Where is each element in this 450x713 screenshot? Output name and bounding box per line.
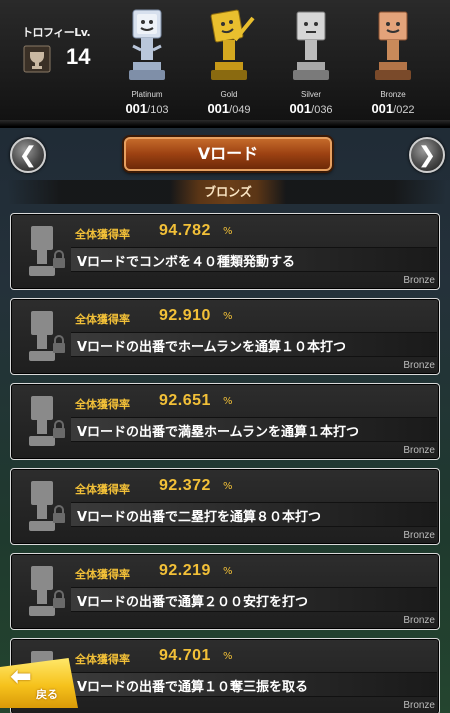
achievement-card[interactable]: 全体獲得率 92.910 % Vロードの出番でホームランを通算１０本打つ Bro… bbox=[10, 298, 440, 375]
rate-unit: % bbox=[223, 481, 233, 492]
tier-label: Bronze bbox=[403, 275, 435, 286]
rate-unit: % bbox=[223, 226, 233, 237]
achievement-description: Vロードでコンボを４０種類発動する bbox=[77, 255, 296, 270]
achievement-description: Vロードの出番でホームランを通算１０本打つ bbox=[77, 340, 347, 355]
tier-label: Bronze bbox=[403, 530, 435, 541]
rate-label: 全体獲得率 bbox=[75, 568, 130, 581]
achievement-card[interactable]: 全体獲得率 92.219 % Vロードの出番で通算２００安打を打つ Bronze bbox=[10, 553, 440, 630]
rate-value: 92.372 bbox=[159, 477, 211, 494]
rate-label: 全体獲得率 bbox=[75, 313, 130, 326]
locked-trophy-icon bbox=[29, 481, 65, 531]
locked-trophy-icon bbox=[29, 311, 65, 361]
rate-value: 92.910 bbox=[159, 307, 211, 324]
achievement-description: Vロードの出番で通算１０奪三振を取る bbox=[77, 680, 309, 695]
rate-value: 94.701 bbox=[159, 647, 211, 664]
tier-label: Bronze bbox=[403, 615, 435, 626]
achievement-list[interactable]: 全体獲得率 94.782 % Vロードでコンボを４０種類発動する Bronze … bbox=[0, 0, 450, 713]
achievement-card[interactable]: 全体獲得率 92.651 % Vロードの出番で満塁ホームランを通算１本打つ Br… bbox=[10, 383, 440, 460]
back-label: 戻る bbox=[36, 688, 58, 701]
locked-trophy-icon bbox=[29, 226, 65, 276]
rate-unit: % bbox=[223, 566, 233, 577]
rate-value: 92.219 bbox=[159, 562, 211, 579]
rate-label: 全体獲得率 bbox=[75, 228, 130, 241]
rate-unit: % bbox=[223, 311, 233, 322]
locked-trophy-icon bbox=[29, 566, 65, 616]
rate-label: 全体獲得率 bbox=[75, 483, 130, 496]
back-arrow-icon: ⬅ bbox=[10, 662, 32, 692]
rate-value: 94.782 bbox=[159, 222, 211, 239]
achievement-description: Vロードの出番で通算２００安打を打つ bbox=[77, 595, 309, 610]
back-button[interactable]: ⬅ 戻る bbox=[0, 658, 78, 708]
tier-label: Bronze bbox=[403, 445, 435, 456]
achievement-card[interactable]: 全体獲得率 94.782 % Vロードでコンボを４０種類発動する Bronze bbox=[10, 213, 440, 290]
achievement-description: Vロードの出番で満塁ホームランを通算１本打つ bbox=[77, 425, 360, 440]
achievement-card[interactable]: 全体獲得率 92.372 % Vロードの出番で二塁打を通算８０本打つ Bronz… bbox=[10, 468, 440, 545]
tier-label: Bronze bbox=[403, 700, 435, 711]
rate-unit: % bbox=[223, 651, 233, 662]
rate-label: 全体獲得率 bbox=[75, 398, 130, 411]
rate-unit: % bbox=[223, 396, 233, 407]
rate-value: 92.651 bbox=[159, 392, 211, 409]
achievement-description: Vロードの出番で二塁打を通算８０本打つ bbox=[77, 510, 322, 525]
locked-trophy-icon bbox=[29, 396, 65, 446]
rate-label: 全体獲得率 bbox=[75, 653, 130, 666]
tier-label: Bronze bbox=[403, 360, 435, 371]
